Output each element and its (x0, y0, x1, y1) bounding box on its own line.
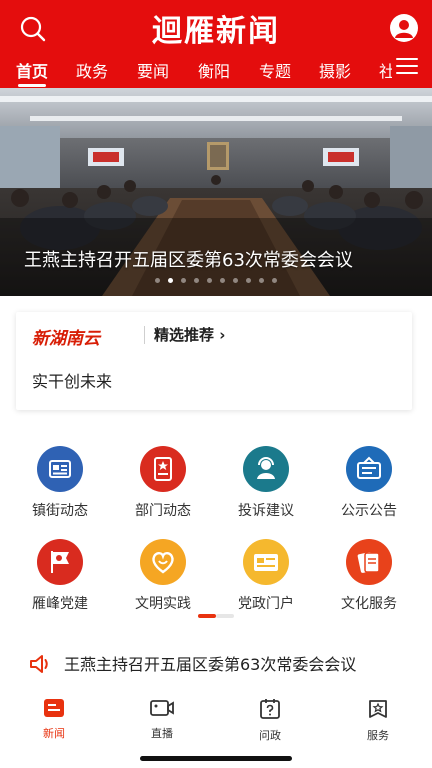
bottom-tab-inquiry[interactable]: 问政 (230, 698, 310, 743)
news-tab-icon (44, 699, 64, 717)
xinhunan-cloud-logo: 新湖南云 (32, 329, 100, 349)
grid-government-portal[interactable]: 党政门户 (221, 539, 311, 613)
heart-icon (140, 539, 186, 585)
notice-board-icon (346, 446, 392, 492)
promo-subtitle: 实干创未来 (32, 372, 113, 391)
banner-dot (233, 278, 238, 283)
party-flag-icon (37, 539, 83, 585)
user-icon (395, 20, 413, 38)
ticker-headline[interactable]: 王燕主持召开五届区委第63次常委会会议 (64, 651, 356, 675)
page-indicator-inactive (216, 614, 234, 618)
promo-divider (144, 326, 145, 344)
grid-label: 镇街动态 (32, 503, 88, 519)
grid-label: 投诉建议 (238, 503, 294, 519)
grid-label: 雁峰党建 (32, 596, 88, 612)
page-indicator-active (198, 614, 216, 618)
bottom-tab-label: 服务 (367, 729, 389, 742)
grid-cultural-services[interactable]: 文化服务 (324, 539, 414, 613)
banner-dot (259, 278, 264, 283)
headline-ticker[interactable]: 王燕主持召开五届区委第63次常委会会议 (0, 645, 432, 681)
grid-town-news[interactable]: 镇街动态 (15, 446, 105, 520)
banner-caption: 王燕主持召开五届区委第63次常委会会议 (24, 250, 353, 271)
grid-announcements[interactable]: 公示公告 (324, 446, 414, 520)
banner-dot (220, 278, 225, 283)
home-indicator (140, 756, 292, 761)
bottom-tab-label: 直播 (151, 727, 173, 740)
bottom-tab-label: 新闻 (43, 727, 65, 740)
grid-party-building[interactable]: 雁峰党建 (15, 539, 105, 613)
news-card-icon (37, 446, 83, 492)
grid-complaints[interactable]: 投诉建议 (221, 446, 311, 520)
banner-dot (194, 278, 199, 283)
banner-dot (155, 278, 160, 283)
tab-home[interactable]: 首页 (16, 58, 48, 87)
banner-dot (207, 278, 212, 283)
video-camera-icon (150, 700, 174, 716)
app-header: 迴雁新闻 首页 政务 要闻 衡阳 专题 摄影 社 (0, 0, 432, 88)
grid-department-news[interactable]: 部门动态 (118, 446, 208, 520)
tab-photography[interactable]: 摄影 (319, 58, 351, 82)
banner-dot (272, 278, 277, 283)
cards-icon (346, 539, 392, 585)
banner-dot (181, 278, 186, 283)
grid-label: 文化服务 (341, 596, 397, 612)
document-icon (140, 446, 186, 492)
banner-dot-active (168, 278, 173, 283)
grid-page-indicator (198, 614, 234, 618)
tab-government[interactable]: 政务 (76, 58, 108, 82)
tab-society[interactable]: 社 (379, 58, 392, 82)
bottom-tab-news[interactable]: 新闻 (14, 698, 94, 741)
speaker-icon (30, 655, 48, 673)
id-card-icon (243, 539, 289, 585)
grid-label: 文明实践 (135, 596, 191, 612)
banner-pagination (0, 278, 432, 283)
menu-button[interactable] (396, 58, 418, 76)
featured-recommendations-link[interactable]: 精选推荐 › (154, 324, 225, 345)
service-agent-icon (243, 446, 289, 492)
question-icon (260, 699, 280, 719)
featured-card[interactable]: 新湖南云 精选推荐 › 实干创未来 (16, 312, 412, 410)
hero-banner[interactable]: 王燕主持召开五届区委第63次常委会会议 (0, 88, 432, 296)
bottom-tab-services[interactable]: 服务 (338, 698, 418, 743)
channel-tabs: 首页 政务 要闻 衡阳 专题 摄影 社 (0, 52, 392, 88)
grid-civilization-practice[interactable]: 文明实践 (118, 539, 208, 613)
grid-label: 公示公告 (341, 503, 397, 519)
bottom-tab-label: 问政 (259, 729, 281, 742)
grid-label: 党政门户 (238, 596, 294, 612)
tab-special[interactable]: 专题 (259, 58, 291, 82)
banner-dot (246, 278, 251, 283)
tab-hengyang[interactable]: 衡阳 (198, 58, 230, 82)
user-account-button[interactable] (390, 14, 418, 42)
tab-headlines[interactable]: 要闻 (137, 58, 169, 82)
chevron-right-icon: › (219, 326, 226, 344)
menu-icon (396, 58, 418, 60)
service-star-icon (369, 700, 387, 718)
bottom-tab-live[interactable]: 直播 (122, 698, 202, 741)
grid-label: 部门动态 (135, 503, 191, 519)
app-title: 迴雁新闻 (152, 14, 280, 49)
